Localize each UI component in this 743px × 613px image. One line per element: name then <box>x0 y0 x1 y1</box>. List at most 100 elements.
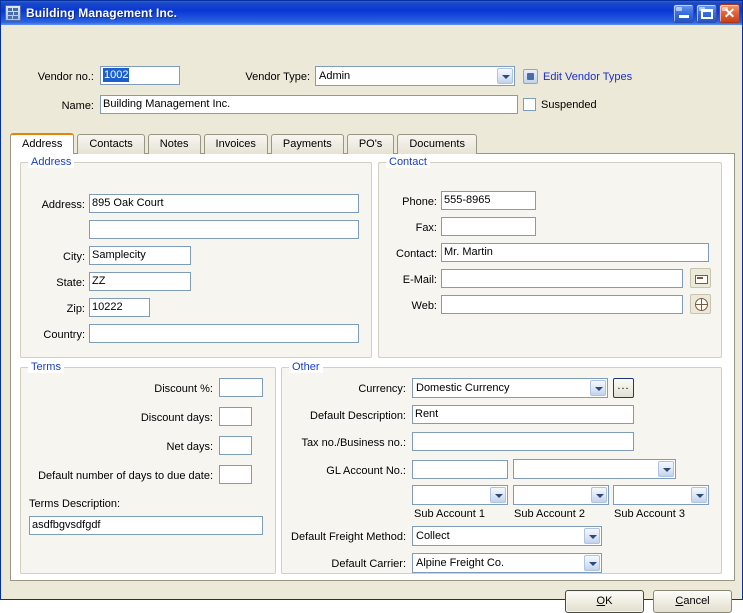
net-days-label: Net days: <box>166 441 213 453</box>
country-label: Country: <box>43 329 85 341</box>
vendor-no-input[interactable]: 1002 <box>100 66 180 85</box>
tab-contacts[interactable]: Contacts <box>77 134 145 154</box>
discount-pct-input[interactable] <box>219 378 263 397</box>
sub-account-1-select[interactable] <box>412 485 508 505</box>
ok-accel: O <box>596 595 606 607</box>
default-description-input[interactable]: Rent <box>412 405 634 424</box>
checkbox-box[interactable] <box>523 98 536 111</box>
dialog-body: Vendor no.: 1002 Vendor Type: Admin Edit… <box>1 25 743 613</box>
tab-notes[interactable]: Notes <box>147 134 201 154</box>
address-line1-input[interactable]: 895 Oak Court <box>89 194 359 213</box>
ok-button[interactable]: OK <box>565 590 644 613</box>
other-group: Other Currency: Domestic Currency ... De… <box>281 361 722 574</box>
chevron-down-icon[interactable] <box>691 487 707 503</box>
chevron-down-icon[interactable] <box>584 555 600 571</box>
address-line2-input[interactable] <box>89 220 359 239</box>
zip-input[interactable]: 10222 <box>89 298 150 317</box>
tab-invoices[interactable]: Invoices <box>203 134 268 154</box>
name-label: Name: <box>61 100 94 112</box>
discount-days-input[interactable] <box>219 407 252 426</box>
vendor-header: Vendor no.: 1002 Vendor Type: Admin Edit… <box>2 26 743 126</box>
default-days-label: Default number of days to due date: <box>38 470 213 482</box>
city-input[interactable]: Samplecity <box>89 246 191 265</box>
sub-account-3-caption: Sub Account 3 <box>614 508 685 520</box>
contact-group-legend: Contact <box>386 156 430 168</box>
email-input[interactable] <box>441 269 683 288</box>
chevron-down-icon[interactable] <box>658 461 674 477</box>
tab-strip: Address Contacts Notes Invoices Payments… <box>10 133 735 154</box>
sub-account-1-caption: Sub Account 1 <box>414 508 485 520</box>
chevron-down-icon[interactable] <box>497 68 513 84</box>
phone-label: Phone: <box>402 196 437 208</box>
discount-days-label: Discount days: <box>140 412 213 424</box>
freight-method-label: Default Freight Method: <box>291 531 406 543</box>
freight-method-select[interactable]: Collect <box>412 526 602 546</box>
edit-vendor-types-link[interactable]: Edit Vendor Types <box>543 71 632 83</box>
window-grid-icon <box>5 5 21 21</box>
currency-select[interactable]: Domestic Currency <box>412 378 608 398</box>
chevron-down-icon[interactable] <box>584 528 600 544</box>
zip-label: Zip: <box>66 303 85 315</box>
suspended-label: Suspended <box>541 98 597 111</box>
sub-account-3-select[interactable] <box>613 485 709 505</box>
minimize-button[interactable] <box>673 3 694 23</box>
phone-input[interactable]: 555-8965 <box>441 191 536 210</box>
state-input[interactable]: ZZ <box>89 272 191 291</box>
cancel-button[interactable]: Cancel <box>653 590 732 613</box>
tab-pos[interactable]: PO's <box>346 134 395 154</box>
globe-icon <box>695 298 708 311</box>
chevron-down-icon[interactable] <box>591 487 607 503</box>
title-bar[interactable]: Building Management Inc. ✕ <box>1 1 742 25</box>
carrier-select[interactable]: Alpine Freight Co. <box>412 553 602 573</box>
terms-description-input[interactable]: asdfbgvsdfgdf <box>29 516 263 535</box>
name-input[interactable]: Building Management Inc. <box>100 95 518 114</box>
tax-no-input[interactable] <box>412 432 634 451</box>
currency-label: Currency: <box>358 383 406 395</box>
default-days-input[interactable] <box>219 465 252 484</box>
fax-input[interactable] <box>441 217 536 236</box>
tab-documents[interactable]: Documents <box>397 134 477 154</box>
tax-no-label: Tax no./Business no.: <box>301 437 406 449</box>
chevron-down-icon[interactable] <box>490 487 506 503</box>
vendor-type-value: Admin <box>319 70 351 82</box>
tab-payments[interactable]: Payments <box>270 134 344 154</box>
close-button[interactable]: ✕ <box>719 3 740 23</box>
window-title: Building Management Inc. <box>26 6 178 20</box>
web-input[interactable] <box>441 295 683 314</box>
default-description-label: Default Description: <box>310 410 406 422</box>
email-label: E-Mail: <box>402 274 437 286</box>
net-days-input[interactable] <box>219 436 252 455</box>
sub-account-2-caption: Sub Account 2 <box>514 508 585 520</box>
web-label: Web: <box>411 300 437 312</box>
contact-input[interactable]: Mr. Martin <box>441 243 709 262</box>
address-group-legend: Address <box>28 156 75 168</box>
tab-address[interactable]: Address <box>10 133 75 154</box>
currency-browse-button[interactable]: ... <box>613 378 634 398</box>
maximize-button[interactable] <box>696 3 717 23</box>
dialog-window: Building Management Inc. ✕ Vendor no.: 1… <box>0 0 743 613</box>
vendor-type-select[interactable]: Admin <box>315 66 515 86</box>
window-controls: ✕ <box>673 3 740 23</box>
country-input[interactable] <box>89 324 359 343</box>
sub-account-2-select[interactable] <box>513 485 609 505</box>
address-label: Address: <box>41 199 85 211</box>
chevron-down-icon[interactable] <box>590 380 606 396</box>
vendor-no-label: Vendor no.: <box>37 71 94 83</box>
carrier-label: Default Carrier: <box>331 558 406 570</box>
discount-pct-label: Discount %: <box>154 383 213 395</box>
carrier-value: Alpine Freight Co. <box>416 557 505 569</box>
gl-account-no-input[interactable] <box>412 460 508 479</box>
gl-account-name-select[interactable] <box>513 459 676 479</box>
terms-group-legend: Terms <box>28 361 64 373</box>
suspended-checkbox[interactable]: Suspended <box>523 98 597 111</box>
state-label: State: <box>56 277 85 289</box>
fax-label: Fax: <box>415 222 437 234</box>
web-browse-button[interactable] <box>690 294 711 314</box>
email-browse-button[interactable] <box>690 268 711 288</box>
ok-label-rest: K <box>605 595 613 607</box>
vendor-type-label: Vendor Type: <box>245 71 310 83</box>
edit-vendor-types-icon[interactable] <box>523 69 538 84</box>
freight-method-value: Collect <box>416 530 450 542</box>
other-group-legend: Other <box>289 361 323 373</box>
currency-value: Domestic Currency <box>416 382 510 394</box>
